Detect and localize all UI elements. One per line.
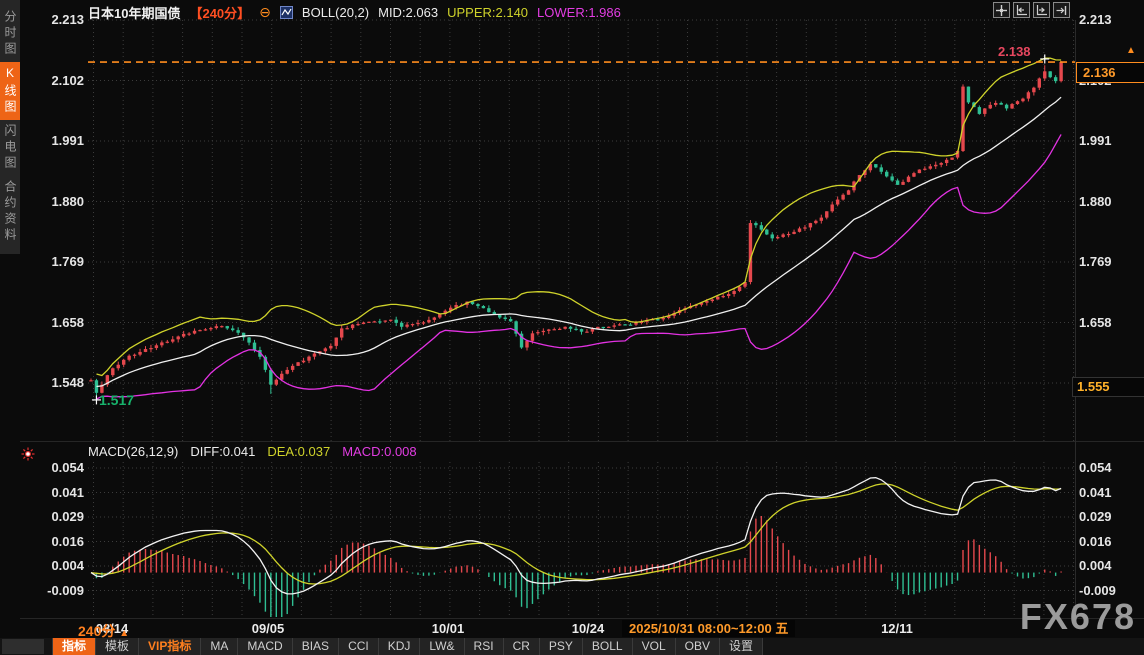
compress-right-icon[interactable] (1033, 2, 1050, 18)
indicator-icon (279, 6, 293, 19)
tab-lw[interactable]: LW& (420, 638, 465, 655)
price-axis-label-left: 1.548 (51, 375, 84, 390)
corner-panel (2, 639, 44, 654)
tab-cci[interactable]: CCI (339, 638, 379, 655)
collapse-icon[interactable]: ⊖ (259, 4, 271, 21)
macd-axis-label-left: 0.054 (51, 460, 84, 475)
price-axis-label-left: 2.213 (51, 12, 84, 27)
boll-label: BOLL(20,2) (301, 5, 370, 20)
boll-mid-value: MID:2.063 (378, 5, 439, 20)
macd-axis-label-right: 0.004 (1079, 558, 1112, 573)
session-low-label: 1.517 (99, 392, 135, 408)
tab-bias[interactable]: BIAS (292, 638, 340, 655)
macd-axis-label-right: -0.009 (1079, 582, 1116, 598)
macd-axis-label-right: 0.041 (1079, 484, 1112, 500)
macd-axis-label-left: 0.041 (51, 484, 84, 500)
goto-latest-icon[interactable] (1053, 2, 1070, 18)
tab-templates[interactable]: 模板 (96, 638, 140, 655)
pan-icon[interactable] (993, 2, 1010, 18)
sidebar-item-flash-chart[interactable]: 闪电图 (0, 120, 20, 176)
price-axis-label-left: 2.102 (51, 72, 84, 88)
cursor-date-box: 2025/10/31 08:00~12:00 五 (622, 620, 796, 637)
tab-macd[interactable]: MACD (238, 638, 293, 655)
watermark-logo: FX678 (1019, 596, 1136, 637)
macd-axis-label-left: 0.029 (51, 509, 84, 524)
tab-rsi[interactable]: RSI (464, 638, 504, 655)
chart-toolbar (993, 2, 1070, 18)
period-label: 【240分】 (189, 6, 251, 21)
macd-diff-value: DIFF:0.041 (190, 444, 256, 459)
price-axis-label-right: 1.991 (1079, 133, 1112, 148)
x-axis-date-label: 10/24 (571, 621, 605, 636)
sidebar-item-time-chart[interactable]: 分时图 (0, 6, 20, 62)
app-root: 分时图 K线图 闪电图 合约资料 日本10年期国债 【240分】 ⊖ BOLL(20,… (0, 0, 1144, 655)
price-axis-label-right: 1.880 (1079, 193, 1112, 209)
price-axis-label-left: 1.658 (51, 314, 84, 330)
session-high-label: 2.138 (998, 44, 1031, 59)
chart-header: 日本10年期国债 【240分】 ⊖ BOLL(20,2) MID:2.063 U… (88, 3, 621, 22)
macd-axis-label-right: 0.054 (1079, 460, 1112, 475)
x-axis-date-label: 12/11 (881, 621, 913, 636)
alert-sun-icon[interactable] (21, 447, 35, 466)
indicator-tabbar: 指标 模板 VIP指标 MA MACD BIAS CCI KDJ LW& RSI CR PSY BOLL… (0, 638, 1144, 655)
macd-header: MACD(26,12,9) DIFF:0.041 DEA:0.037 MACD:… (88, 444, 417, 459)
tab-cr[interactable]: CR (503, 638, 540, 655)
tab-settings[interactable]: 设置 (719, 638, 763, 655)
tab-boll[interactable]: BOLL (582, 638, 633, 655)
macd-axis-label-right: 0.029 (1079, 509, 1112, 524)
macd-axis-label-right: 0.016 (1079, 533, 1112, 549)
tab-indicators[interactable]: 指标 (52, 638, 97, 655)
macd-name: MACD(26,12,9) (88, 444, 179, 459)
last-price-box: 2.136 (1076, 62, 1144, 83)
macd-dea-value: DEA:0.037 (267, 444, 331, 459)
x-axis-date-label: 10/01 (431, 621, 465, 636)
reference-price-box: 1.555 (1072, 377, 1144, 397)
price-axis-label-left: 1.991 (51, 133, 84, 148)
price-axis-label-left: 1.769 (51, 254, 84, 269)
tab-vip-indicators[interactable]: VIP指标 (139, 638, 202, 655)
tab-psy[interactable]: PSY (539, 638, 583, 655)
macd-axis-label-left: 0.004 (51, 558, 84, 573)
sidebar-item-kline-chart[interactable]: K线图 (0, 62, 20, 120)
sidebar-item-contract-info[interactable]: 合约资料 (0, 176, 20, 248)
boll-lower-value: LOWER:1.986 (537, 5, 621, 20)
price-alert-icon[interactable]: ▲ (1126, 46, 1136, 56)
x-axis-date-label: 09/05 (251, 621, 285, 636)
tab-ma[interactable]: MA (201, 638, 239, 655)
price-axis-label-left: 1.880 (51, 193, 84, 209)
macd-axis-label-left: -0.009 (47, 582, 84, 598)
chart-canvas[interactable] (0, 0, 1144, 655)
instrument-title: 日本10年期国债 (88, 6, 181, 21)
macd-axis-label-left: 0.016 (51, 533, 84, 549)
tab-kdj[interactable]: KDJ (378, 638, 421, 655)
price-axis-label-right: 2.213 (1079, 12, 1112, 27)
tab-obv[interactable]: OBV (675, 638, 720, 655)
sidebar: 分时图 K线图 闪电图 合约资料 (0, 0, 20, 254)
compress-left-icon[interactable] (1013, 2, 1030, 18)
price-axis-label-right: 1.658 (1079, 314, 1112, 330)
price-axis-label-right: 1.769 (1079, 254, 1112, 269)
macd-macd-value: MACD:0.008 (342, 444, 417, 459)
boll-upper-value: UPPER:2.140 (447, 5, 529, 20)
tab-vol[interactable]: VOL (632, 638, 676, 655)
